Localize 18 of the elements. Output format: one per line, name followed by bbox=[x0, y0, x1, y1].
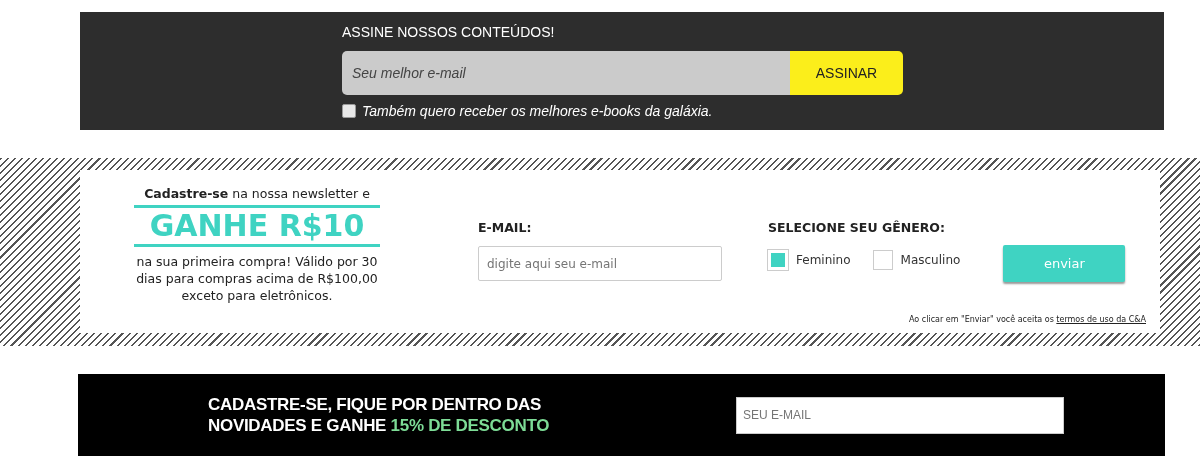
intro-text: Cadastre-se na nossa newsletter e bbox=[143, 186, 371, 201]
promo-heading: CADASTRE-SE, FIQUE POR DENTRO DAS NOVIDADES E GANHE 15% DE DESCONTO bbox=[208, 394, 551, 436]
checkbox[interactable] bbox=[872, 250, 893, 270]
terms-text: Ao clicar em "Enviar" você aceita os bbox=[909, 315, 1054, 324]
checkbox-label: Masculino bbox=[900, 253, 961, 267]
checkbox-label: Também quero receber os melhores e-books da galáxia. bbox=[362, 103, 713, 119]
email-field[interactable]: Seu melhor e-mail bbox=[342, 51, 790, 95]
email-label: E-MAIL: bbox=[478, 220, 533, 235]
terms-link[interactable]: termos de uso da C&A bbox=[1056, 315, 1146, 324]
email-field[interactable]: SEU E-MAIL bbox=[736, 396, 1064, 434]
headline: GANHE R$10 bbox=[134, 205, 380, 247]
email-field[interactable]: digite aqui seu e-mail bbox=[478, 246, 722, 281]
gender-label: SELECIONE SEU GÊNERO: bbox=[768, 220, 946, 235]
subscribe-button[interactable]: ASSINAR bbox=[790, 51, 903, 95]
checkbox[interactable] bbox=[342, 104, 356, 118]
subscribe-title: ASSINE NOSSOS CONTEÚDOS! bbox=[342, 23, 556, 42]
checkbox-label: Feminino bbox=[796, 253, 851, 267]
offer-details: na sua primeira compra! Válido por 30 dias para compras acima de R$100,00 exceto para eletrônicos. bbox=[135, 253, 379, 304]
